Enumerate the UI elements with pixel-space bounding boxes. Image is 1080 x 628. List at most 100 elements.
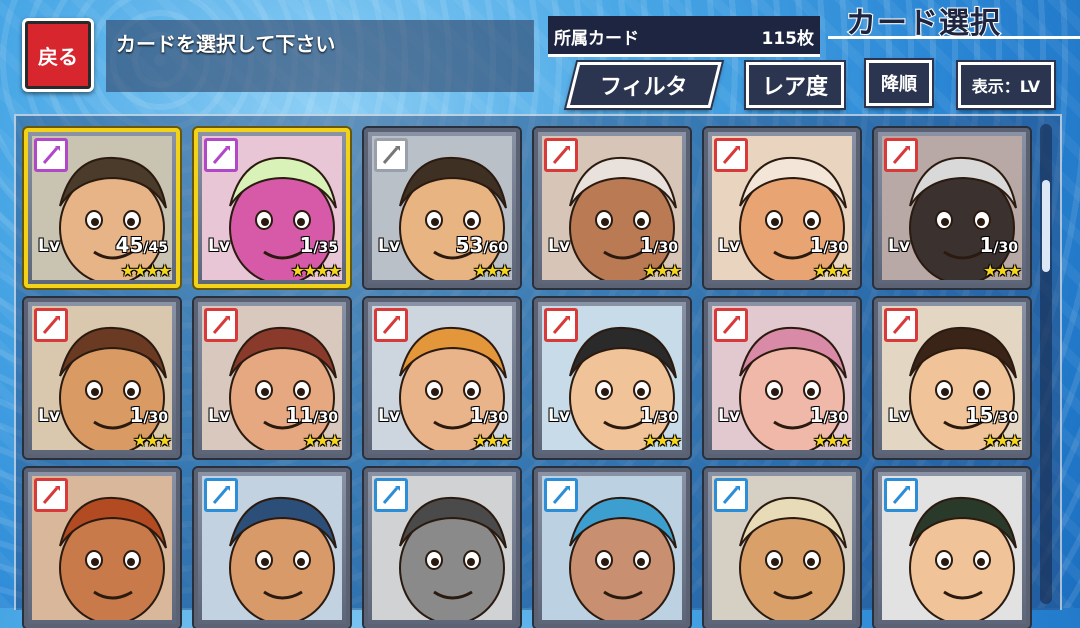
weapon-type-icon [204, 138, 238, 172]
rarity-stars: ★★★★ [120, 261, 172, 280]
level-value: 53/60 [456, 233, 508, 257]
card-slot[interactable]: Lv 1/30 ★★★ [704, 128, 860, 288]
card-slot[interactable]: Lv 1/30 ★★★ [534, 128, 690, 288]
level-label: Lv [718, 236, 740, 256]
level-value: 15/30 [966, 403, 1018, 427]
level-label: Lv [888, 406, 910, 426]
card-slot[interactable] [194, 468, 350, 628]
weapon-type-icon [714, 138, 748, 172]
level-label: Lv [718, 406, 740, 426]
filter-button-label: フィルタ [600, 75, 688, 100]
current-level: 1 [809, 403, 824, 427]
card-slot[interactable]: Lv 1/35 ★★★★ [194, 128, 350, 288]
level-label: Lv [208, 406, 230, 426]
weapon-type-icon [34, 138, 68, 172]
weapon-type-icon [884, 308, 918, 342]
current-level: 1 [809, 233, 824, 257]
back-button[interactable]: 戻る [22, 18, 94, 92]
level-label: Lv [548, 236, 570, 256]
card-slot[interactable]: Lv 1/30 ★★★ [704, 298, 860, 458]
level-value: 1/30 [979, 233, 1018, 257]
rarity-sort-button[interactable]: レア度 [746, 62, 844, 108]
current-level: 15 [965, 403, 994, 427]
current-level: 53 [455, 233, 484, 257]
max-level: /30 [823, 410, 848, 426]
card-slot[interactable]: Lv 53/60 ★★★ [364, 128, 520, 288]
weapon-type-icon [34, 478, 68, 512]
max-level: /30 [993, 410, 1018, 426]
weapon-type-icon [884, 478, 918, 512]
weapon-type-icon [374, 138, 408, 172]
rarity-stars: ★★★ [132, 431, 172, 450]
current-level: 11 [285, 403, 314, 427]
max-level: /30 [653, 240, 678, 256]
level-value: 1/30 [809, 403, 848, 427]
max-level: /30 [993, 240, 1018, 256]
current-level: 1 [979, 233, 994, 257]
weapon-type-icon [544, 308, 578, 342]
weapon-type-icon [544, 138, 578, 172]
owned-card-counter: 所属カード 115枚 [548, 16, 820, 57]
current-level: 1 [129, 403, 144, 427]
current-level: 1 [469, 403, 484, 427]
max-level: /30 [823, 240, 848, 256]
level-label: Lv [378, 236, 400, 256]
rarity-stars: ★★★ [642, 261, 682, 280]
card-slot[interactable]: Lv 11/30 ★★★ [194, 298, 350, 458]
rarity-stars: ★★★ [642, 431, 682, 450]
level-label: Lv [378, 406, 400, 426]
weapon-type-icon [714, 308, 748, 342]
weapon-type-icon [714, 478, 748, 512]
card-slot[interactable]: Lv 15/30 ★★★ [874, 298, 1030, 458]
filter-button[interactable]: フィルタ [566, 62, 722, 108]
level-label: Lv [38, 236, 60, 256]
rarity-stars: ★★★ [812, 431, 852, 450]
level-value: 1/35 [299, 233, 338, 257]
weapon-type-icon [884, 138, 918, 172]
card-slot[interactable]: Lv 1/30 ★★★ [874, 128, 1030, 288]
level-value: 45/45 [116, 233, 168, 257]
level-value: 1/30 [639, 403, 678, 427]
owned-card-label: 所属カード [554, 29, 639, 49]
level-label: Lv [208, 236, 230, 256]
max-level: /30 [143, 410, 168, 426]
card-slot[interactable] [874, 468, 1030, 628]
level-label: Lv [38, 406, 60, 426]
rarity-stars: ★★★ [982, 431, 1022, 450]
card-slot[interactable]: Lv 45/45 ★★★★ [24, 128, 180, 288]
max-level: /30 [483, 410, 508, 426]
card-slot[interactable] [24, 468, 180, 628]
rarity-stars: ★★★ [472, 431, 512, 450]
rarity-stars: ★★★ [812, 261, 852, 280]
max-level: /60 [483, 240, 508, 256]
scrollbar-thumb[interactable] [1042, 180, 1050, 272]
weapon-type-icon [544, 478, 578, 512]
card-slot[interactable] [364, 468, 520, 628]
max-level: /30 [313, 410, 338, 426]
screen-title: カード選択 [845, 5, 1001, 42]
rarity-stars: ★★★★ [290, 261, 342, 280]
display-mode-button[interactable]: 表示：LV [958, 62, 1054, 108]
card-slot[interactable]: Lv 1/30 ★★★ [534, 298, 690, 458]
owned-card-count: 115枚 [761, 29, 815, 49]
weapon-type-icon [204, 478, 238, 512]
sort-order-button[interactable]: 降順 [866, 60, 932, 106]
card-slot[interactable]: Lv 1/30 ★★★ [364, 298, 520, 458]
level-value: 1/30 [469, 403, 508, 427]
current-level: 45 [115, 233, 144, 257]
current-level: 1 [299, 233, 314, 257]
current-level: 1 [639, 403, 654, 427]
instruction-banner: カードを選択して下さい [106, 20, 534, 92]
max-level: /45 [143, 240, 168, 256]
card-slot[interactable]: Lv 1/30 ★★★ [24, 298, 180, 458]
level-value: 11/30 [286, 403, 338, 427]
level-value: 1/30 [129, 403, 168, 427]
max-level: /30 [653, 410, 678, 426]
card-slot[interactable] [534, 468, 690, 628]
weapon-type-icon [34, 308, 68, 342]
rarity-stars: ★★★ [472, 261, 512, 280]
current-level: 1 [639, 233, 654, 257]
rarity-stars: ★★★ [302, 431, 342, 450]
instruction-text: カードを選択して下さい [116, 32, 336, 56]
card-slot[interactable] [704, 468, 860, 628]
